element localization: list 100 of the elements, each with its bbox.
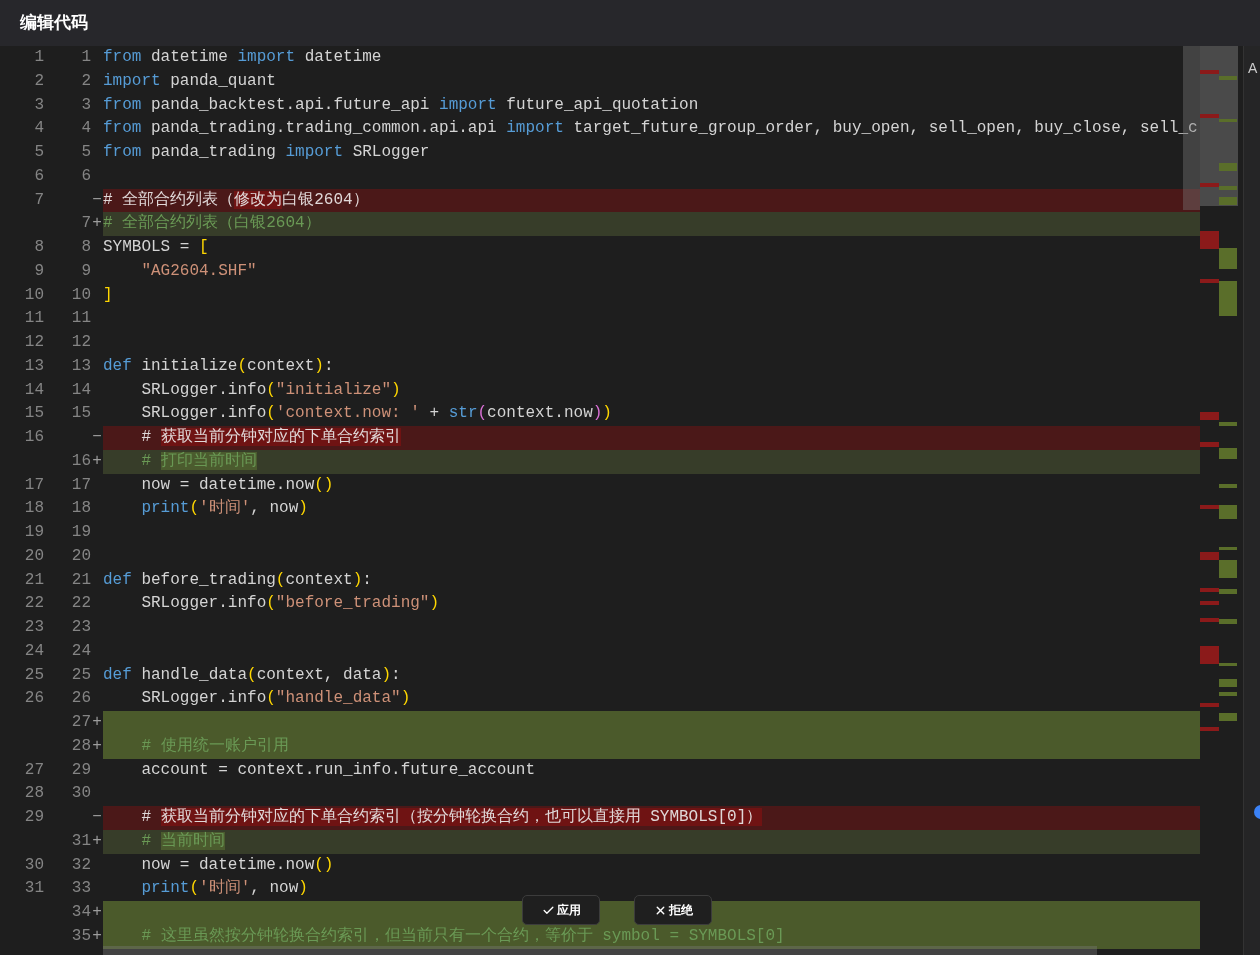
code-token: context — [285, 570, 353, 589]
line-number: 4 — [81, 118, 91, 140]
code-token: panda_trading — [150, 143, 277, 161]
line-number: 16 — [71, 450, 91, 472]
line-number: 2 — [81, 70, 91, 92]
code-token: ) — [352, 570, 363, 589]
apply-button[interactable]: 应用 — [522, 895, 600, 925]
diff-marker: + — [92, 735, 102, 757]
code-token: target_future_group_order, buy_open, sell_open, buy_close, sell_c — [572, 119, 1198, 138]
code-token: SRLogger.info — [140, 380, 267, 399]
reject-button[interactable]: 拒绝 — [634, 895, 712, 925]
code-token: panda_quant — [169, 71, 276, 90]
code-token: () — [314, 475, 334, 494]
line-number: 6 — [81, 165, 91, 187]
line-number: 9 — [34, 260, 44, 282]
code-token: ) — [391, 380, 401, 399]
line-number: 19 — [71, 522, 91, 543]
code-token: context — [247, 356, 315, 375]
line-number: 28 — [71, 735, 91, 757]
line-number: 3 — [81, 94, 91, 116]
code-token: context.now — [487, 404, 593, 423]
line-number: 31 — [71, 830, 91, 852]
code-token: 白银2604） — [282, 190, 369, 209]
code-token: def — [103, 665, 132, 684]
code-token: '时间' — [199, 879, 251, 898]
diff-marker: − — [92, 807, 102, 828]
line-number: 14 — [24, 379, 44, 401]
code-token: ) — [429, 594, 440, 613]
line-number: 20 — [71, 545, 91, 567]
code-token: from — [103, 143, 142, 161]
line-number: 29 — [71, 759, 91, 781]
code-token: SRLogger — [351, 143, 430, 161]
code-token: # 全部合约列表（ — [103, 190, 235, 209]
code-token: panda_backtest.api.future_api — [150, 95, 431, 114]
code-token: ( — [266, 404, 276, 423]
code-token: , now — [250, 499, 299, 518]
line-number: 24 — [71, 640, 91, 662]
line-number: 5 — [81, 142, 91, 163]
code-token: ] — [103, 285, 113, 304]
line-number: 17 — [71, 474, 91, 496]
line-number: 34 — [71, 902, 91, 923]
line-number: 22 — [24, 593, 44, 615]
line-number: 15 — [71, 403, 91, 425]
code-token: SRLogger.info — [140, 689, 267, 708]
code-token: ) — [592, 404, 603, 423]
line-number: 2 — [34, 70, 44, 92]
code-token: : — [323, 356, 334, 375]
line-number: 13 — [24, 355, 44, 377]
line-number: 13 — [71, 355, 91, 377]
code-token: def — [103, 356, 132, 375]
code-token: panda_trading.trading_common.api.api — [150, 119, 498, 138]
horizontal-scrollbar[interactable] — [103, 946, 1097, 955]
code-token: initialize — [140, 356, 238, 375]
line-number: 26 — [71, 688, 91, 710]
code-token: import — [103, 71, 161, 90]
line-number: 28 — [24, 783, 44, 805]
code-token: ) — [298, 499, 308, 518]
code-token: ( — [477, 404, 488, 423]
code-token: from — [103, 95, 142, 114]
code-token: from — [103, 119, 142, 138]
line-number: 8 — [34, 237, 44, 258]
code-token: print — [140, 879, 190, 898]
code-token: ( — [266, 380, 276, 399]
line-number: 7 — [81, 213, 91, 235]
code-token: 打印当前时间 — [160, 451, 257, 470]
code-token: ) — [314, 356, 324, 375]
code-token: ) — [298, 879, 308, 898]
line-number: 10 — [71, 284, 91, 306]
code-token: ( — [237, 356, 248, 375]
code-token: SYMBOLS = — [103, 238, 191, 256]
code-token: # 全部合约列表（白银2604） — [103, 214, 321, 233]
diff-marker: + — [92, 450, 102, 472]
code-token: now = datetime.now — [140, 475, 315, 494]
line-number: 20 — [24, 545, 44, 567]
code-token: from — [103, 48, 142, 66]
line-number: 23 — [71, 617, 91, 638]
code-token: 获取当前分钟对应的下单合约索引 — [160, 428, 401, 446]
code-token: ( — [247, 665, 257, 684]
line-number: 23 — [24, 617, 44, 638]
code-token: future_api_quotation — [505, 95, 699, 114]
diff-marker: + — [92, 902, 102, 923]
diff-marker: − — [92, 189, 102, 211]
line-number: 31 — [24, 878, 44, 900]
code-token: SRLogger.info — [140, 404, 267, 423]
code-token: : — [391, 665, 401, 684]
code-token: ( — [266, 594, 276, 613]
line-number: 32 — [71, 854, 91, 876]
code-token: handle_data — [140, 665, 248, 684]
code-token: ( — [189, 499, 200, 518]
code-token: before_trading — [140, 570, 276, 589]
line-number: 1 — [81, 47, 91, 68]
line-number: 9 — [81, 260, 91, 282]
code-token: ) — [381, 665, 392, 684]
code-token: datetime — [303, 48, 382, 66]
line-number: 4 — [34, 118, 44, 140]
line-number: 18 — [71, 498, 91, 520]
line-number: 17 — [24, 474, 44, 496]
code-token: () — [314, 855, 334, 874]
code-token: now = datetime.now — [140, 855, 315, 874]
code-token: # — [140, 428, 152, 446]
